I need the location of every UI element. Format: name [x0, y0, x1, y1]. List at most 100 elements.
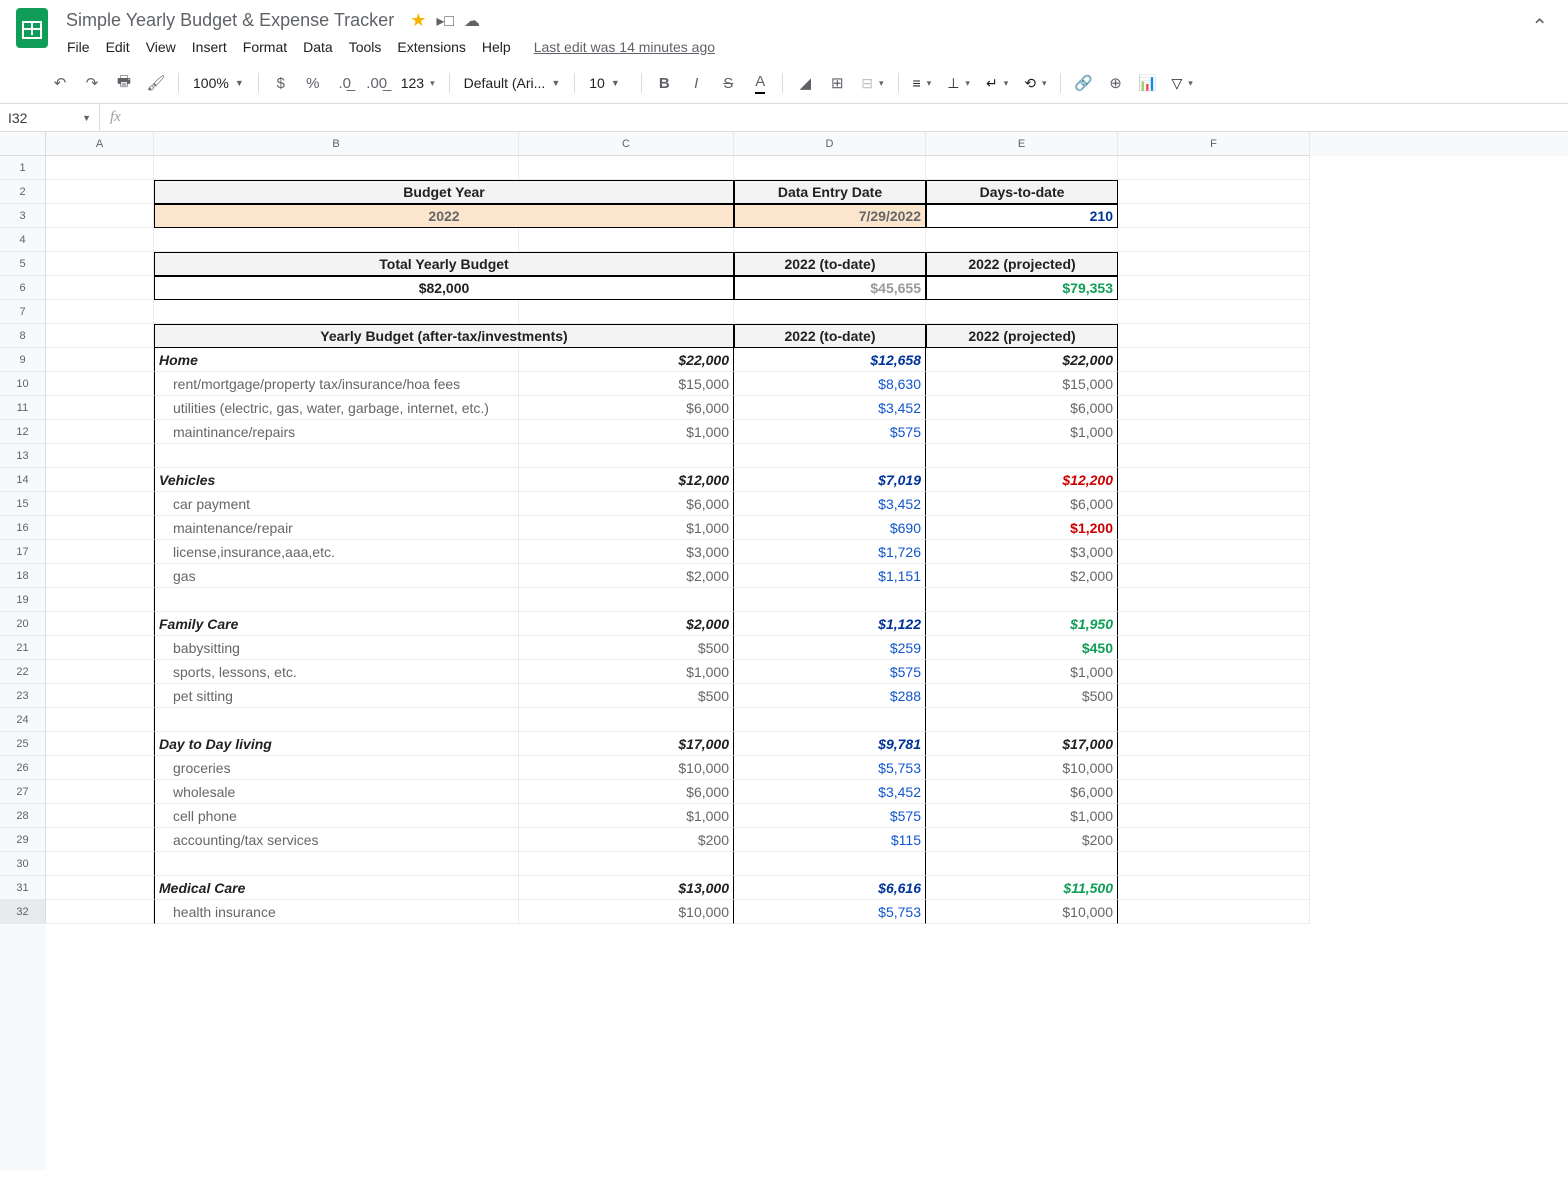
paint-format-button[interactable]: 🖌: [142, 69, 170, 97]
cell[interactable]: [46, 804, 154, 828]
cell[interactable]: [734, 156, 926, 180]
cell[interactable]: $8,630: [734, 372, 926, 396]
cell[interactable]: 2022 (to-date): [734, 324, 926, 348]
cell[interactable]: accounting/tax services: [154, 828, 519, 852]
cell[interactable]: $10,000: [519, 900, 734, 924]
row-header-14[interactable]: 14: [0, 468, 46, 492]
chart-button[interactable]: 📊: [1133, 69, 1161, 97]
v-align-button[interactable]: ⊥▾: [941, 69, 976, 97]
cloud-icon[interactable]: ☁: [464, 11, 480, 31]
cell[interactable]: [1118, 324, 1310, 348]
menu-file[interactable]: File: [60, 35, 97, 59]
cell[interactable]: $6,000: [519, 492, 734, 516]
cell[interactable]: gas: [154, 564, 519, 588]
cell[interactable]: [46, 708, 154, 732]
cell[interactable]: $500: [926, 684, 1118, 708]
zoom-select[interactable]: 100%▼: [187, 69, 250, 97]
font-size-select[interactable]: 10▼: [583, 69, 633, 97]
cell[interactable]: [519, 300, 734, 324]
cell[interactable]: [1118, 420, 1310, 444]
merge-cells-button[interactable]: ⊟▾: [855, 69, 889, 97]
cell[interactable]: $1,000: [519, 660, 734, 684]
cell[interactable]: $115: [734, 828, 926, 852]
cell[interactable]: groceries: [154, 756, 519, 780]
cell[interactable]: [519, 156, 734, 180]
wrap-button[interactable]: ↵▾: [980, 69, 1014, 97]
cell[interactable]: Total Yearly Budget: [154, 252, 734, 276]
cell[interactable]: $3,452: [734, 780, 926, 804]
cell[interactable]: 2022: [154, 204, 734, 228]
cell[interactable]: [1118, 540, 1310, 564]
document-title[interactable]: Simple Yearly Budget & Expense Tracker: [60, 8, 400, 33]
cell[interactable]: [1118, 300, 1310, 324]
cell[interactable]: $12,000: [519, 468, 734, 492]
cell[interactable]: $1,000: [926, 804, 1118, 828]
cell[interactable]: $3,000: [519, 540, 734, 564]
cell[interactable]: $1,000: [926, 420, 1118, 444]
row-header-8[interactable]: 8: [0, 324, 46, 348]
increase-decimal-button[interactable]: .00̲: [363, 69, 391, 97]
cell[interactable]: [1118, 396, 1310, 420]
cell[interactable]: $9,781: [734, 732, 926, 756]
cell[interactable]: [734, 852, 926, 876]
cell[interactable]: [734, 300, 926, 324]
cell[interactable]: Yearly Budget (after-tax/investments): [154, 324, 734, 348]
collapse-icon[interactable]: ⌃: [1531, 14, 1548, 39]
cell[interactable]: [1118, 156, 1310, 180]
cell[interactable]: $5,753: [734, 756, 926, 780]
cell[interactable]: [46, 204, 154, 228]
cell[interactable]: $200: [519, 828, 734, 852]
cell[interactable]: [734, 708, 926, 732]
row-header-30[interactable]: 30: [0, 852, 46, 876]
cell[interactable]: [926, 708, 1118, 732]
cell[interactable]: [1118, 516, 1310, 540]
cell[interactable]: Days-to-date: [926, 180, 1118, 204]
cell[interactable]: [46, 396, 154, 420]
cell[interactable]: [1118, 564, 1310, 588]
cell[interactable]: [926, 228, 1118, 252]
formula-input[interactable]: [131, 104, 1568, 131]
cell[interactable]: [46, 420, 154, 444]
cell[interactable]: rent/mortgage/property tax/insurance/hoa…: [154, 372, 519, 396]
cell[interactable]: [519, 852, 734, 876]
cell[interactable]: $10,000: [519, 756, 734, 780]
menu-insert[interactable]: Insert: [185, 35, 234, 59]
cell[interactable]: $7,019: [734, 468, 926, 492]
cell[interactable]: [46, 516, 154, 540]
cell[interactable]: $259: [734, 636, 926, 660]
cell[interactable]: [1118, 756, 1310, 780]
row-header-18[interactable]: 18: [0, 564, 46, 588]
cell[interactable]: maintinance/repairs: [154, 420, 519, 444]
percent-button[interactable]: %: [299, 69, 327, 97]
filter-button[interactable]: ▽▾: [1165, 69, 1198, 97]
cell[interactable]: Home: [154, 348, 519, 372]
menu-help[interactable]: Help: [475, 35, 518, 59]
cell[interactable]: babysitting: [154, 636, 519, 660]
cell[interactable]: [1118, 828, 1310, 852]
cell[interactable]: car payment: [154, 492, 519, 516]
cell[interactable]: [46, 252, 154, 276]
cell[interactable]: [46, 372, 154, 396]
cell[interactable]: [46, 276, 154, 300]
cell[interactable]: $6,616: [734, 876, 926, 900]
star-icon[interactable]: ★: [410, 10, 426, 31]
row-header-9[interactable]: 9: [0, 348, 46, 372]
cell[interactable]: [46, 636, 154, 660]
cell[interactable]: [46, 180, 154, 204]
cell[interactable]: $500: [519, 684, 734, 708]
cell[interactable]: $2,000: [519, 612, 734, 636]
cell[interactable]: [154, 300, 519, 324]
row-header-3[interactable]: 3: [0, 204, 46, 228]
cell[interactable]: [154, 228, 519, 252]
cell[interactable]: [46, 756, 154, 780]
cell[interactable]: $17,000: [519, 732, 734, 756]
cell[interactable]: [154, 708, 519, 732]
cell[interactable]: $1,000: [926, 660, 1118, 684]
col-header-C[interactable]: C: [519, 132, 734, 156]
cell[interactable]: $22,000: [926, 348, 1118, 372]
cell[interactable]: [46, 588, 154, 612]
menu-edit[interactable]: Edit: [99, 35, 137, 59]
cell[interactable]: $200: [926, 828, 1118, 852]
cell[interactable]: [46, 468, 154, 492]
cell[interactable]: $575: [734, 804, 926, 828]
